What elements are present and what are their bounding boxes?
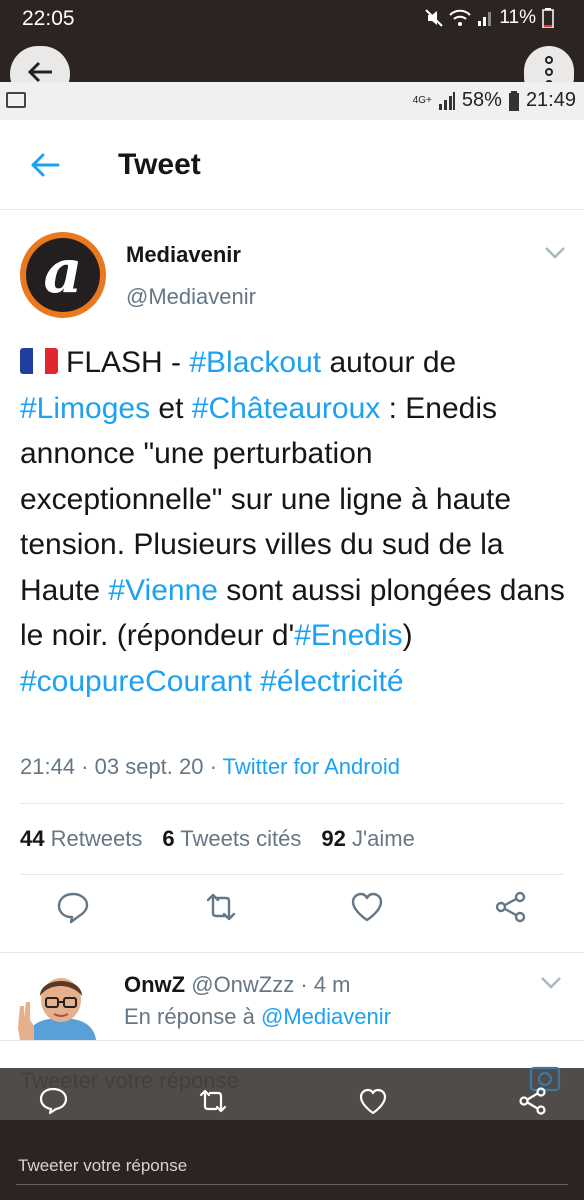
tweet-meta: 21:44 · 03 sept. 20 · Twitter for Androi… — [20, 754, 400, 779]
likes-count: 92 — [321, 826, 346, 851]
wifi-icon — [449, 9, 472, 26]
outer-status-icons: 11% — [425, 7, 554, 29]
inner-status-icons: 4G+ 58% 21:49 — [413, 89, 576, 112]
quotes-count: 6 — [162, 826, 175, 851]
retweet-icon[interactable] — [204, 890, 238, 924]
chevron-down-icon[interactable] — [540, 976, 562, 990]
tweet-header: Tweet — [0, 120, 584, 210]
retweets-label: Retweets — [50, 826, 143, 851]
share-icon[interactable] — [494, 890, 528, 924]
hashtag-link[interactable]: #Vienne — [108, 574, 218, 607]
inner-compose-bar — [0, 1040, 584, 1070]
retweet-icon[interactable] — [198, 1086, 228, 1116]
divider — [0, 952, 584, 953]
tweet-time: 21:44 — [20, 754, 76, 779]
divider — [20, 803, 564, 804]
tweet-stats: 44 Retweets 6 Tweets cités 92 J'aime — [20, 826, 415, 852]
outer-reply-input[interactable]: Tweeter votre réponse — [18, 1156, 187, 1176]
page-title: Tweet — [118, 148, 201, 181]
reply-icon[interactable] — [56, 890, 90, 924]
hashtag-link[interactable]: #coupureCourant — [20, 665, 252, 698]
like-icon[interactable] — [350, 890, 384, 924]
text-part: FLASH - — [66, 346, 190, 379]
reply-age: 4 m — [313, 972, 351, 997]
author-handle[interactable]: @Mediavenir — [126, 284, 256, 310]
tweet-source-link[interactable]: Twitter for Android — [223, 754, 400, 779]
inner-clock: 21:49 — [525, 89, 576, 111]
network-type: 4G+ — [412, 94, 432, 106]
image-notification-icon — [6, 92, 26, 108]
text-part — [252, 665, 260, 698]
tweet-date: 03 sept. 20 — [94, 754, 204, 779]
chevron-down-icon[interactable] — [544, 246, 566, 260]
quotes-label: Tweets cités — [180, 826, 302, 851]
author-name[interactable]: Mediavenir — [126, 242, 241, 268]
hashtag-link[interactable]: #Enedis — [294, 619, 402, 652]
signal-icon — [478, 12, 492, 26]
hashtag-link[interactable]: #Blackout — [189, 346, 321, 379]
reply-author-name: OnwZ — [124, 972, 186, 997]
mention-link[interactable]: @Mediavenir — [261, 1004, 391, 1029]
battery-icon — [508, 90, 519, 111]
share-icon[interactable] — [518, 1086, 548, 1116]
tweet-text: FLASH - #Blackout autour de #Limoges et … — [20, 340, 568, 704]
reply-prefix: En réponse à — [124, 1004, 261, 1029]
back-arrow-icon — [27, 61, 52, 83]
retweets-stat[interactable]: 44 Retweets — [20, 826, 142, 852]
inner-status-bar: 4G+ 58% 21:49 — [0, 82, 584, 120]
tweet-actions — [0, 890, 584, 940]
hashtag-link[interactable]: #Limoges — [20, 392, 150, 425]
like-icon[interactable] — [358, 1086, 388, 1116]
outer-battery-text: 11% — [499, 7, 536, 28]
likes-stat[interactable]: 92 J'aime — [321, 826, 415, 852]
signal-icon — [438, 91, 455, 110]
author-avatar[interactable]: a — [20, 232, 106, 318]
outer-clock: 22:05 — [22, 7, 75, 30]
outer-status-bar: 22:05 11% — [0, 0, 584, 40]
outer-toolbar — [0, 40, 584, 102]
divider — [16, 1184, 568, 1185]
reply-author-avatar[interactable] — [16, 968, 106, 1040]
divider — [20, 874, 564, 875]
avatar-logo: a — [43, 237, 83, 307]
hashtag-link[interactable]: #Châteauroux — [192, 392, 380, 425]
likes-label: J'aime — [351, 826, 415, 851]
reply-author[interactable]: OnwZ @OnwZzz · 4 m — [124, 972, 351, 998]
hashtag-link[interactable]: #électricité — [260, 665, 403, 698]
back-arrow-icon[interactable] — [28, 148, 62, 182]
text-part: ) — [402, 619, 413, 652]
quotes-stat[interactable]: 6 Tweets cités — [162, 826, 301, 852]
outer-compose-bar: Tweeter votre réponse — [0, 1120, 584, 1200]
retweets-count: 44 — [20, 826, 45, 851]
inner-battery-text: 58% — [461, 89, 502, 111]
text-part: et — [150, 391, 192, 425]
comment-icon[interactable] — [38, 1086, 68, 1116]
france-flag-icon — [20, 348, 58, 374]
reply-author-handle: @OnwZzz — [191, 972, 295, 997]
mute-icon — [425, 9, 444, 27]
text-part: autour de — [321, 346, 457, 379]
battery-icon — [542, 8, 554, 28]
reply-context: En réponse à @Mediavenir — [124, 1004, 391, 1030]
